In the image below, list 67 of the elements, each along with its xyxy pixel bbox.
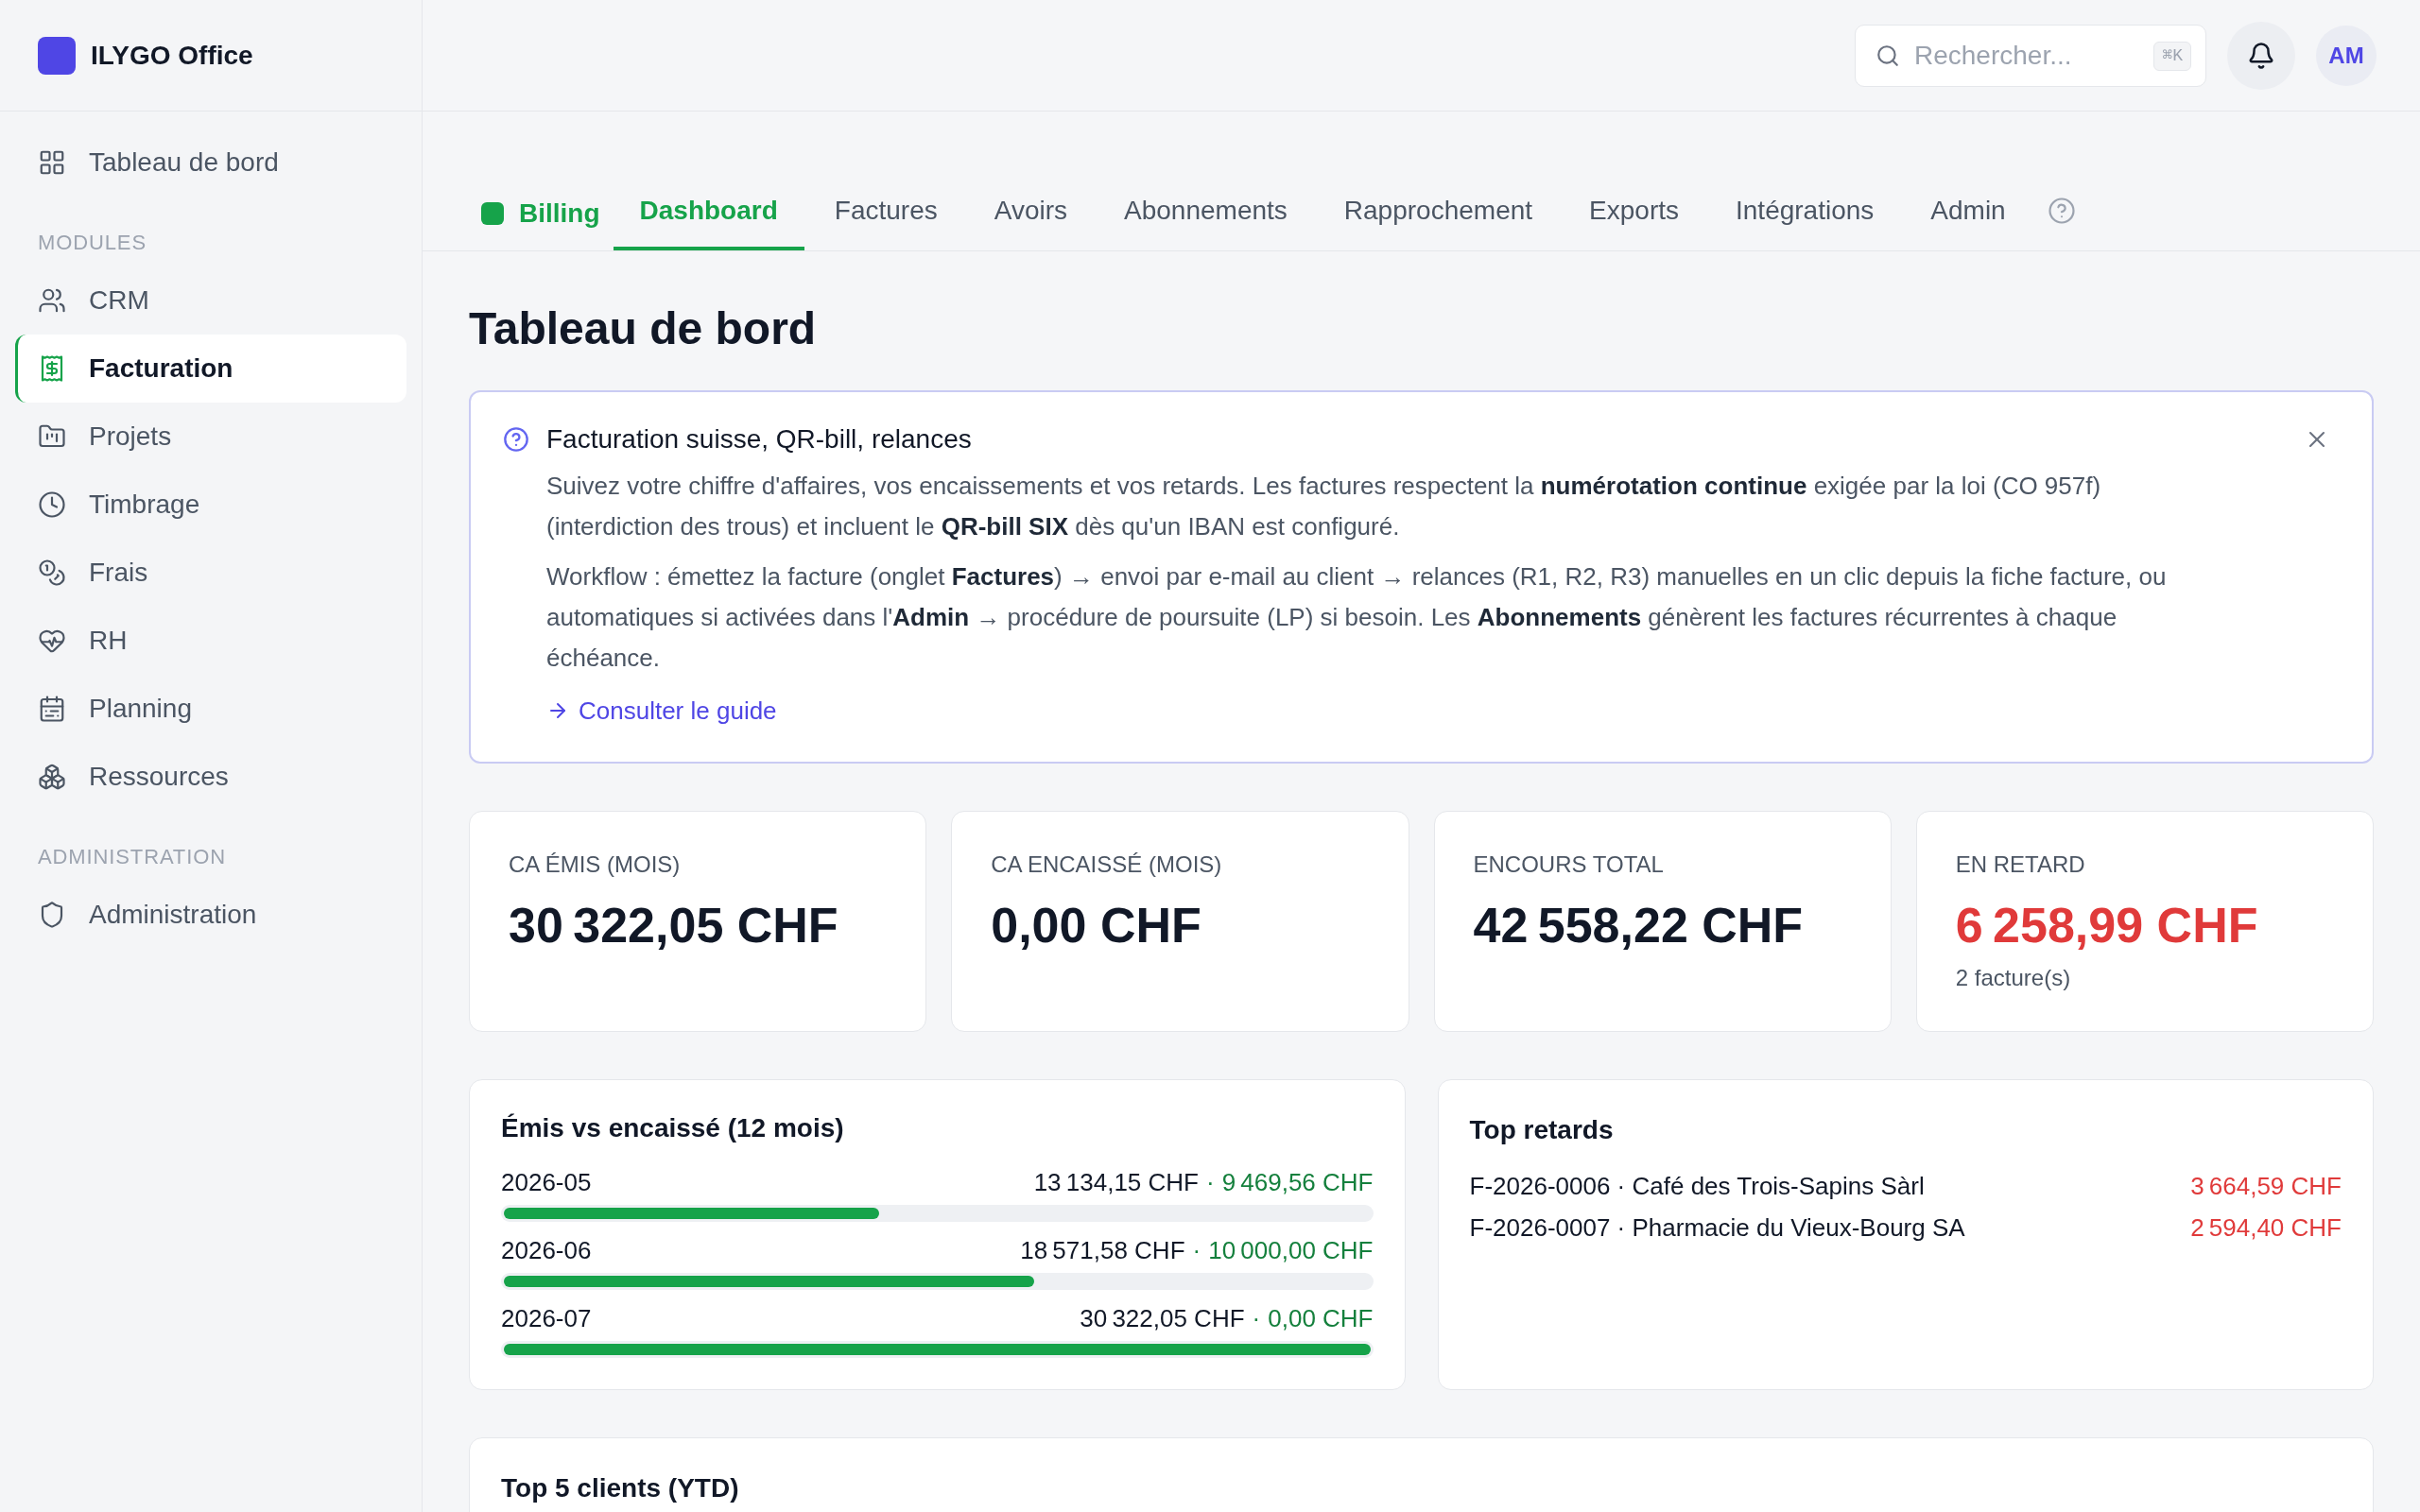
logo-icon bbox=[38, 36, 76, 75]
coins-icon bbox=[38, 558, 66, 587]
card-title: Top 5 clients (YTD) bbox=[501, 1472, 740, 1504]
kpi-value: 30 322,05 CHF bbox=[509, 897, 839, 954]
sidebar-item[interactable]: Frais bbox=[15, 539, 406, 607]
issued-amount: 30 322,05 CHF bbox=[1080, 1303, 1245, 1334]
collected-amount: 10 000,00 CHF bbox=[1208, 1235, 1374, 1266]
kpi-label: EN RETARD bbox=[1955, 850, 2086, 879]
page-title: Tableau de bord bbox=[469, 302, 818, 355]
separator-dot: · bbox=[1192, 1235, 1201, 1266]
invoice-client: F-2026-0007 · Pharmacie du Vieux-Bourg SA bbox=[1469, 1212, 1965, 1244]
grid-icon bbox=[38, 148, 66, 177]
tab[interactable]: Avoirs bbox=[967, 171, 1095, 250]
guide-link[interactable]: Consulter le guide bbox=[546, 690, 777, 731]
tab[interactable]: Rapprochement bbox=[1317, 171, 1560, 250]
month-label: 2026-05 bbox=[501, 1167, 592, 1198]
kpi-label: CA ENCAISSÉ (MOIS) bbox=[991, 850, 1223, 879]
brand-name: ILYGO Office bbox=[91, 39, 253, 72]
invoice-client: F-2026-0006 · Café des Trois-Sapins Sàrl bbox=[1469, 1171, 1925, 1202]
sidebar-item[interactable]: Facturation bbox=[15, 335, 406, 403]
users-icon bbox=[38, 286, 66, 315]
shortcut-key: ⌘K bbox=[2153, 41, 2191, 71]
tab[interactable]: Abonnements bbox=[1098, 171, 1314, 250]
separator-dot: · bbox=[1205, 1167, 1215, 1198]
kpi-note: 2 facture(s) bbox=[1955, 964, 2072, 992]
sidebar-item[interactable]: RH bbox=[15, 607, 406, 675]
month-label: 2026-07 bbox=[501, 1303, 592, 1334]
card-title: Top retards bbox=[1469, 1114, 1615, 1146]
tab[interactable]: Exports bbox=[1563, 171, 1705, 250]
module-label: Billing bbox=[519, 198, 600, 230]
tab[interactable]: Admin bbox=[1904, 171, 2032, 250]
kpi-label: ENCOURS TOTAL bbox=[1473, 850, 1665, 879]
bell-icon bbox=[2247, 41, 2275, 70]
separator-dot: · bbox=[1252, 1303, 1261, 1334]
sidebar-item[interactable]: Ressources bbox=[15, 743, 406, 811]
issued-amount: 13 134,15 CHF bbox=[1033, 1167, 1199, 1198]
sidebar-item[interactable]: Administration bbox=[15, 881, 406, 949]
overdue-amount: 2 594,40 CHF bbox=[2190, 1212, 2342, 1244]
info-title: Facturation suisse, QR-bill, relances bbox=[546, 423, 973, 455]
tab[interactable]: Factures bbox=[807, 171, 964, 250]
sidebar-item[interactable]: Projets bbox=[15, 403, 406, 471]
section-label: ADMINISTRATION bbox=[37, 844, 227, 870]
collected-amount: 0,00 CHF bbox=[1268, 1303, 1374, 1334]
kpi-value: 6 258,99 CHF bbox=[1955, 897, 2259, 954]
kpi-label: CA ÉMIS (MOIS) bbox=[509, 850, 682, 879]
month-label: 2026-06 bbox=[501, 1235, 592, 1266]
clock-icon bbox=[38, 490, 66, 519]
calendar-icon bbox=[38, 695, 66, 723]
overdue-amount: 3 664,59 CHF bbox=[2190, 1171, 2342, 1202]
sidebar-item[interactable]: Planning bbox=[15, 675, 406, 743]
help-icon bbox=[503, 426, 529, 453]
search-icon bbox=[1876, 43, 1900, 68]
module-status-icon bbox=[481, 202, 504, 225]
sidebar-item[interactable]: Timbrage bbox=[15, 471, 406, 539]
user-avatar[interactable]: AM bbox=[2316, 25, 2377, 86]
info-text: Suivez votre chiffre d'affaires, vos encaissements et vos retards. Les factures respectent la numérotation continue exigée par la loi (CO 957f) (interdiction des trous) et incluent le QR-bill SIX dès qu'un IBAN est configuré. bbox=[546, 471, 2102, 542]
info-text: Workflow : émettez la facture (onglet Factures) → envoi par e-mail au client → relances (R1, R2, R3) manuelles en un clic depuis la fiche facture, ou automatiques si activées dans l'Admin → procédure de poursuite (LP) si besoin. Les Abonnements génèrent les factures récurrentes à chaque échéance. bbox=[546, 561, 2168, 674]
kpi-value: 42 558,22 CHF bbox=[1473, 897, 1805, 954]
kpi-value: 0,00 CHF bbox=[991, 897, 1202, 954]
tab[interactable]: Intégrations bbox=[1709, 171, 1901, 250]
sidebar-item[interactable]: CRM bbox=[15, 266, 406, 335]
collected-amount: 9 469,56 CHF bbox=[1221, 1167, 1374, 1198]
section-label: MODULES bbox=[37, 230, 147, 256]
sidebar-item[interactable]: Tableau de bord bbox=[15, 129, 406, 197]
card-title: Émis vs encaissé (12 mois) bbox=[501, 1112, 845, 1144]
boxes-icon bbox=[38, 763, 66, 791]
issued-amount: 18 571,58 CHF bbox=[1020, 1235, 1185, 1266]
